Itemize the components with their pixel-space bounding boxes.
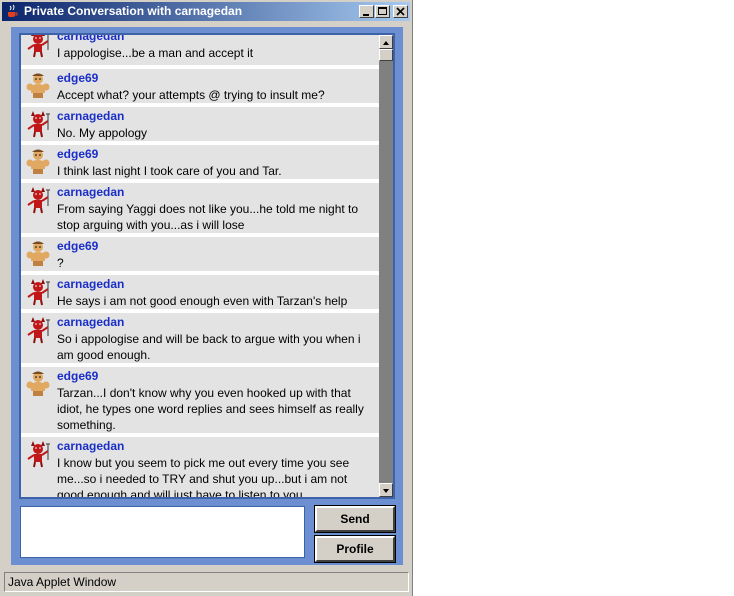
status-text: Java Applet Window: [8, 575, 117, 589]
minimize-icon: [363, 14, 369, 16]
message-username: edge69: [57, 369, 99, 383]
message-text: I think last night I took care of you an…: [57, 164, 282, 178]
message-text: He says i am not good enough even with T…: [57, 294, 348, 308]
devil-avatar-icon: [25, 35, 51, 58]
message-username: edge69: [57, 147, 99, 161]
message-text: From saying Yaggi does not like you...he…: [57, 202, 359, 232]
message-text: Accept what? your attempts @ trying to i…: [57, 88, 325, 102]
message-username: carnagedan: [57, 109, 125, 123]
message-username: carnagedan: [57, 35, 125, 43]
devil-avatar-icon: [25, 278, 51, 306]
message-input[interactable]: [20, 506, 305, 558]
message-text: No. My appology: [57, 126, 148, 140]
send-button[interactable]: Send: [314, 505, 396, 533]
vertical-scrollbar[interactable]: [379, 35, 393, 497]
message-username: carnagedan: [57, 277, 125, 291]
chat-panel: carnagedan I appologise...be a man and ac…: [11, 27, 403, 565]
maximize-button[interactable]: [375, 5, 390, 18]
devil-avatar-icon: [25, 110, 51, 138]
message-item: carnagedan From saying Yaggi does not lik…: [21, 183, 379, 235]
close-button[interactable]: [393, 5, 408, 18]
message-text: So i appologise and will be back to argu…: [57, 332, 361, 362]
message-username: edge69: [57, 71, 99, 85]
scroll-up-button[interactable]: [379, 35, 393, 49]
status-bar: Java Applet Window: [4, 572, 409, 592]
message-username: carnagedan: [57, 315, 125, 329]
message-text: ?: [57, 256, 64, 270]
message-list: carnagedan I appologise...be a man and ac…: [21, 35, 379, 497]
title-bar[interactable]: Private Conversation with carnagedan: [2, 2, 410, 21]
devil-avatar-icon: [25, 186, 51, 214]
arrow-down-icon: [383, 489, 389, 493]
message-username: edge69: [57, 239, 99, 253]
close-icon: [396, 7, 405, 16]
devil-avatar-icon: [25, 316, 51, 344]
message-text: I appologise...be a man and accept it: [57, 46, 254, 60]
message-item: carnagedan So i appologise and will be ba…: [21, 313, 379, 365]
message-item: carnagedan I appologise...be a man and ac…: [21, 35, 379, 67]
java-cup-icon: [8, 4, 18, 17]
message-username: carnagedan: [57, 439, 125, 453]
message-item: edge69?: [21, 237, 379, 273]
message-item: edge69 Tarzan...I don't know why you even…: [21, 367, 379, 435]
muscleman-avatar-icon: [25, 72, 51, 100]
window-title: Private Conversation with carnagedan: [24, 4, 243, 18]
message-history[interactable]: carnagedan I appologise...be a man and ac…: [19, 33, 395, 499]
scroll-down-button[interactable]: [379, 483, 393, 497]
message-item: edge69 Accept what? your attempts @ tryin…: [21, 69, 379, 105]
muscleman-avatar-icon: [25, 240, 51, 268]
message-username: carnagedan: [57, 185, 125, 199]
arrow-up-icon: [383, 41, 389, 45]
maximize-icon: [378, 7, 387, 15]
chat-window: Private Conversation with carnagedan car…: [0, 0, 413, 596]
scrollbar-thumb[interactable]: [379, 49, 393, 61]
message-item: carnagedan He says i am not good enough e…: [21, 275, 379, 311]
devil-avatar-icon: [25, 440, 51, 468]
message-item: edge69 I think last night I took care of …: [21, 145, 379, 181]
profile-button[interactable]: Profile: [314, 535, 396, 563]
message-item: carnagedan No. My appology: [21, 107, 379, 143]
message-item: carnagedan I know but you seem to pick me…: [21, 437, 379, 497]
message-text: Tarzan...I don't know why you even hooke…: [57, 386, 364, 432]
muscleman-avatar-icon: [25, 370, 51, 398]
muscleman-avatar-icon: [25, 148, 51, 176]
minimize-button[interactable]: [359, 5, 374, 18]
message-text: I know but you seem to pick me out every…: [57, 456, 350, 497]
